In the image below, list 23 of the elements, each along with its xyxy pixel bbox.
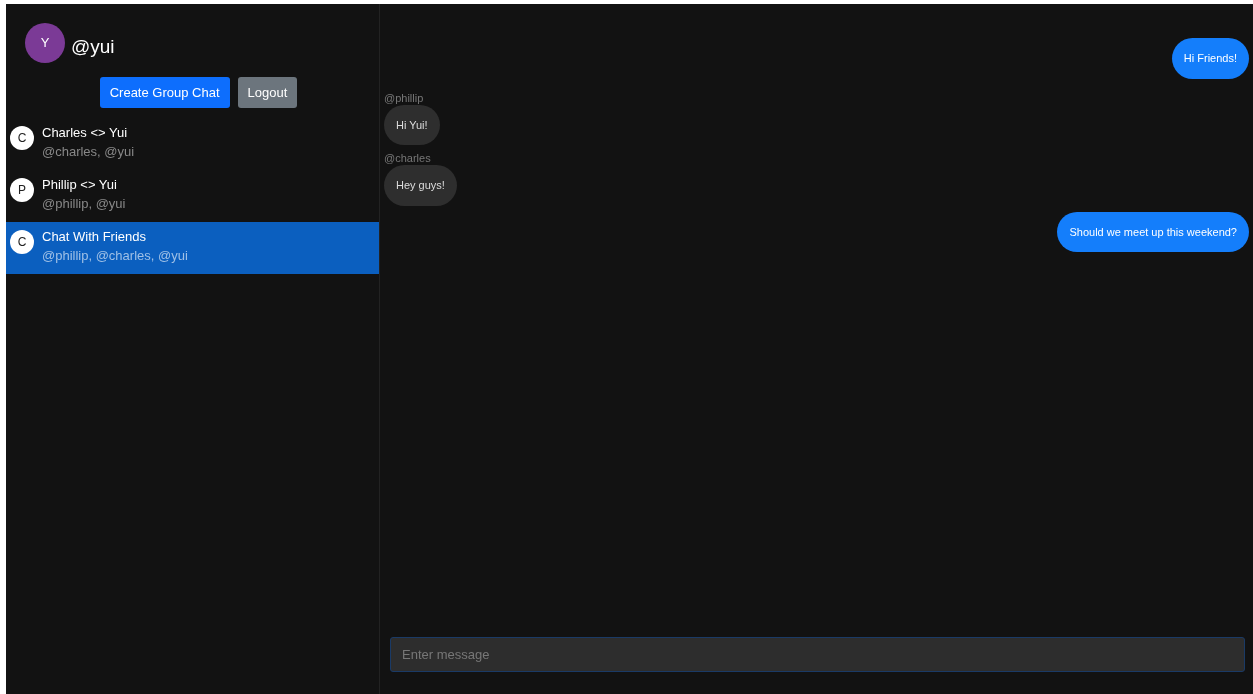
outgoing-message: Hi Friends! xyxy=(1171,38,1249,79)
chat-members: @charles, @yui xyxy=(42,143,135,161)
chat-avatar: C xyxy=(10,126,34,150)
outgoing-message: Should we meet up this weekend? xyxy=(1057,211,1249,252)
chat-members: @phillip, @yui xyxy=(42,195,126,213)
chat-title: Chat With Friends xyxy=(42,228,148,246)
chat-list-item[interactable]: P Phillip <> Yui @phillip, @yui xyxy=(6,170,379,222)
chat-title: Phillip <> Yui xyxy=(42,176,118,194)
chat-avatar: C xyxy=(10,230,34,254)
chat-avatar: P xyxy=(10,178,34,202)
sender-name: @charles xyxy=(384,151,431,165)
create-group-chat-button[interactable]: Create Group Chat xyxy=(99,77,230,108)
sender-name: @phillip xyxy=(384,90,424,105)
chat-list-item[interactable]: C Charles <> Yui @charles, @yui xyxy=(6,118,379,170)
chat-members: @phillip, @charles, @yui xyxy=(42,247,188,265)
incoming-message: Hi Yui! xyxy=(384,104,440,145)
chat-title: Charles <> Yui xyxy=(42,124,129,142)
message-input[interactable]: Enter message xyxy=(390,637,1245,672)
incoming-message: Hey guys! xyxy=(384,165,457,206)
chat-list-item[interactable]: C Chat With Friends @phillip, @charles, @yui xyxy=(6,222,379,274)
logout-button[interactable]: Logout xyxy=(237,77,298,108)
user-avatar: Y xyxy=(25,23,65,63)
user-handle: @yui xyxy=(71,34,115,59)
